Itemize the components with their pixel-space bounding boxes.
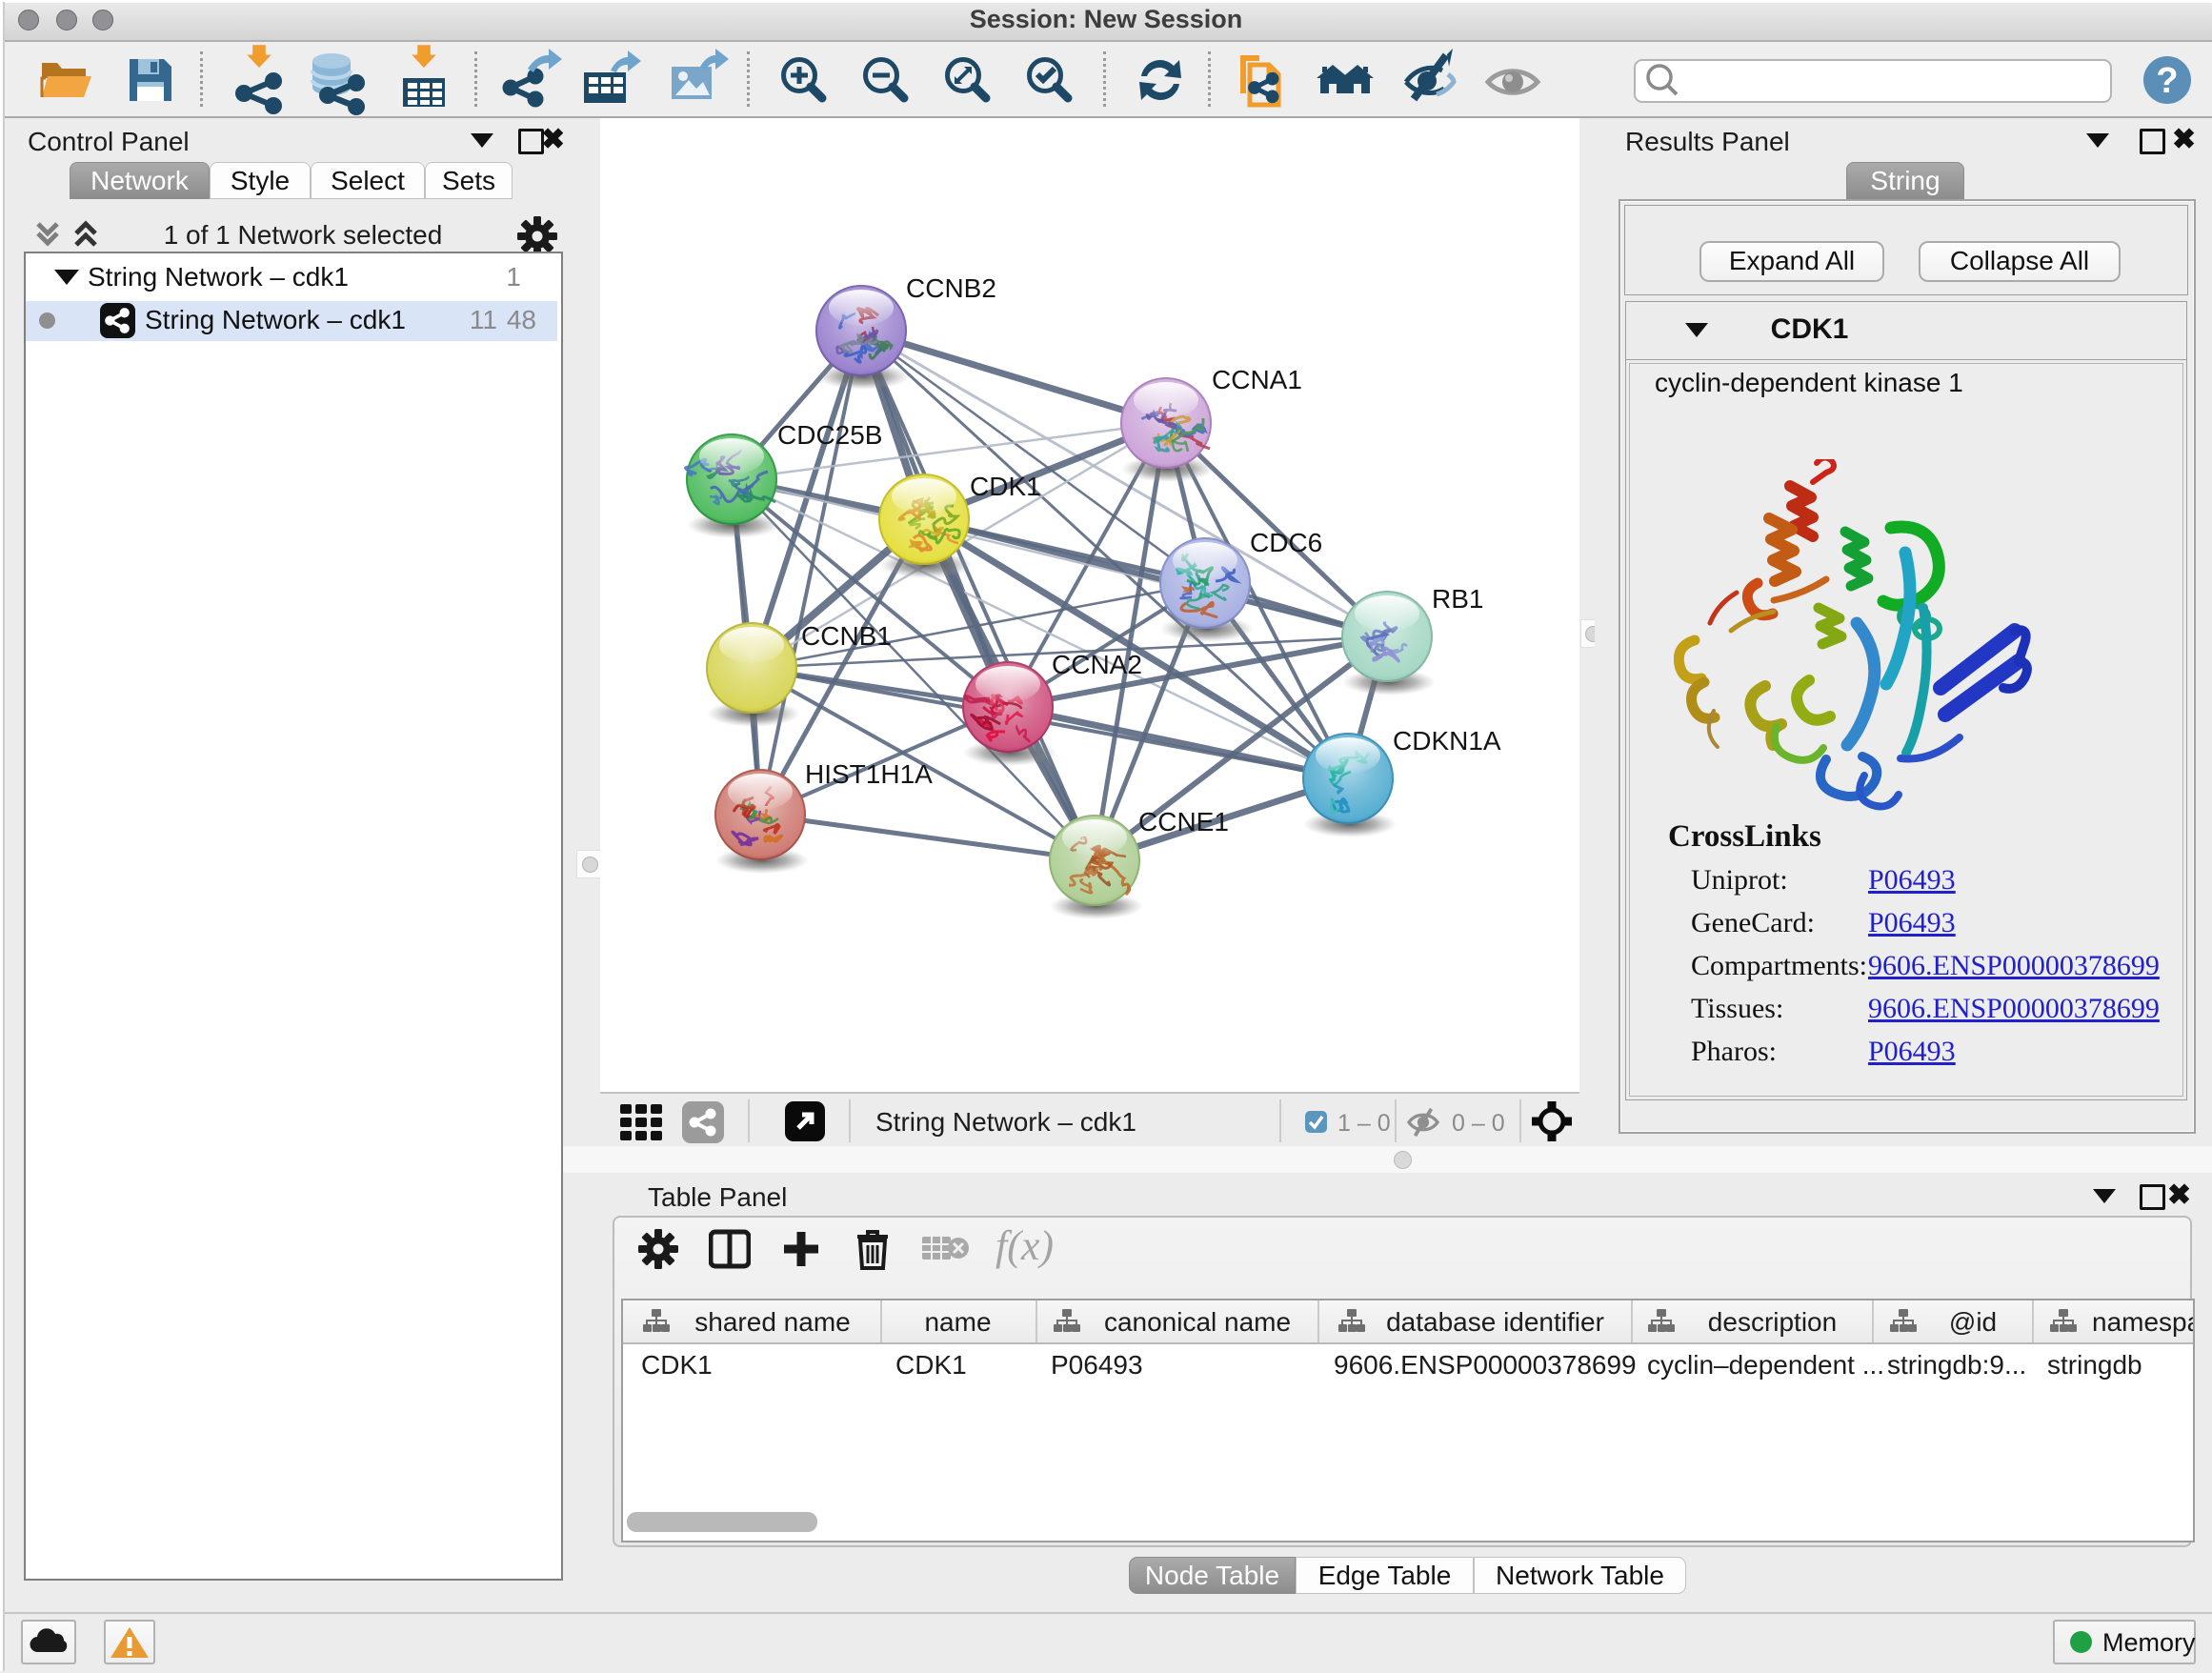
svg-text:CDK1: CDK1 [970, 472, 1041, 501]
svg-text:?: ? [2156, 61, 2178, 101]
svg-text:CCNA1: CCNA1 [1212, 365, 1302, 394]
svg-text:RB1: RB1 [1432, 584, 1483, 614]
svg-text:CDC6: CDC6 [1250, 528, 1322, 557]
svg-text:CCNA2: CCNA2 [1052, 650, 1142, 679]
svg-text:HIST1H1A: HIST1H1A [805, 759, 933, 789]
svg-text:CDC25B: CDC25B [777, 420, 882, 450]
svg-text:CCNB2: CCNB2 [906, 273, 996, 303]
svg-text:CCNB1: CCNB1 [801, 621, 892, 651]
svg-text:CDKN1A: CDKN1A [1393, 726, 1501, 756]
svg-text:CCNE1: CCNE1 [1138, 807, 1229, 836]
